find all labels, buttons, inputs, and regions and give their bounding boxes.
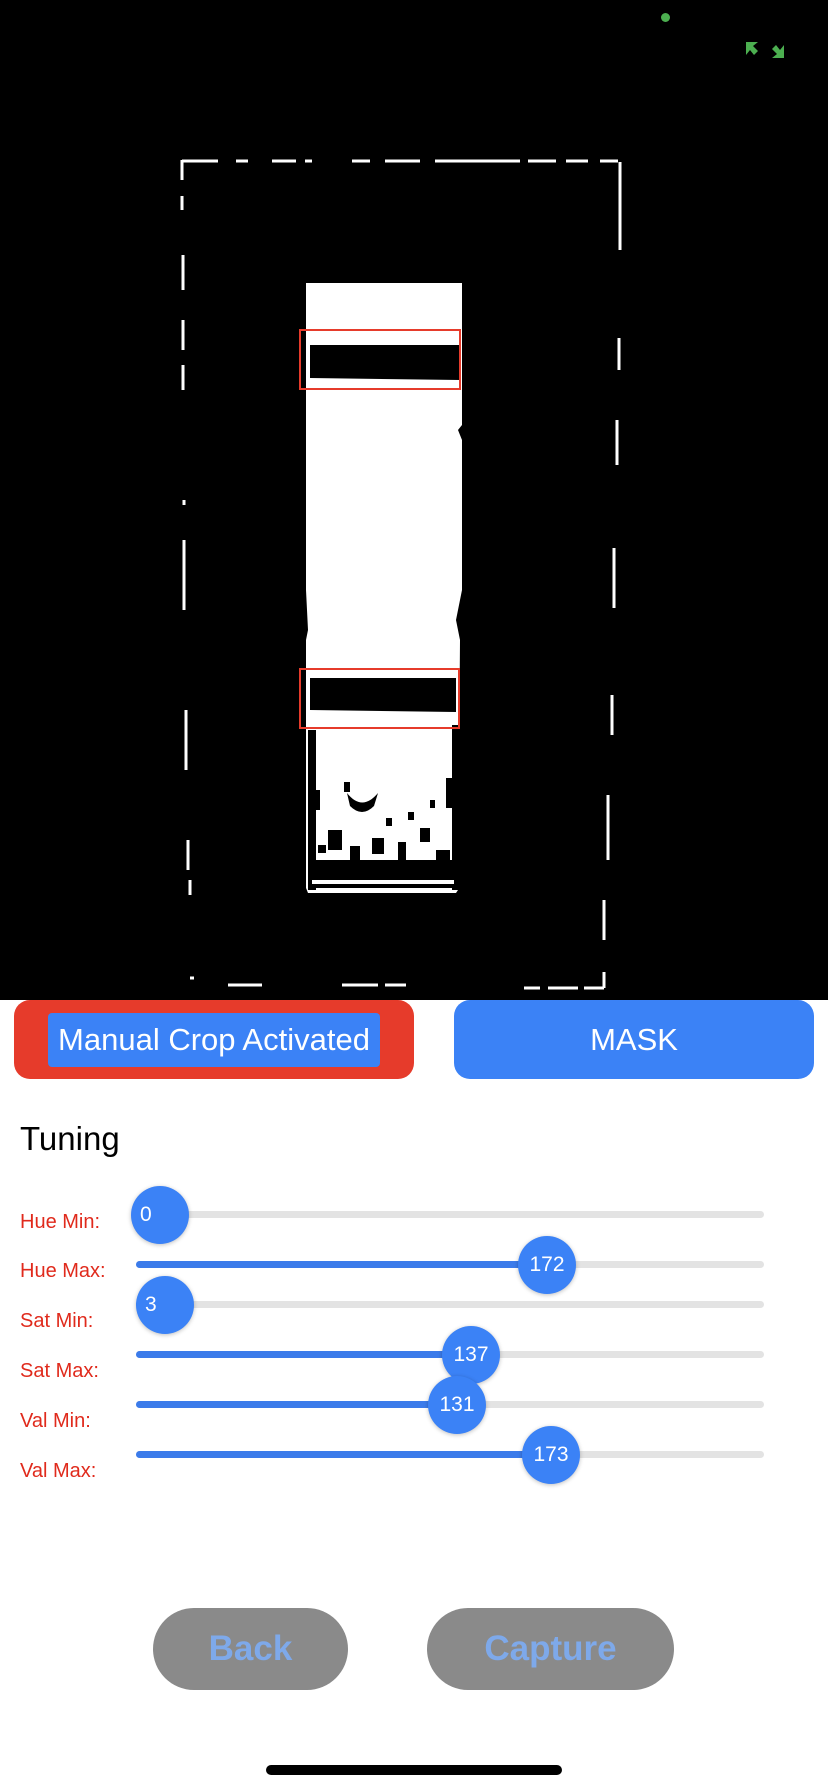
camera-preview[interactable]	[0, 0, 828, 1000]
capture-button[interactable]: Capture	[427, 1608, 674, 1690]
back-button[interactable]: Back	[153, 1608, 348, 1690]
slider-fill-hue-max	[136, 1261, 547, 1268]
slider-fill-sat-max	[136, 1351, 472, 1358]
slider-thumb-hue-max[interactable]: 172	[518, 1236, 576, 1294]
manual-crop-label: Manual Crop Activated	[48, 1012, 380, 1067]
slider-track-hue-max[interactable]	[136, 1261, 764, 1268]
expand-arrows-icon[interactable]	[744, 40, 786, 60]
slider-thumb-hue-min[interactable]: 0	[131, 1186, 189, 1244]
slider-track-sat-min[interactable]	[136, 1301, 764, 1308]
slider-track-val-max[interactable]	[136, 1451, 764, 1458]
slider-label-val-min: Val Min:	[20, 1410, 91, 1432]
slider-fill-val-min	[136, 1401, 459, 1408]
slider-track-hue-min[interactable]	[136, 1211, 764, 1218]
slider-thumb-sat-min[interactable]: 3	[136, 1276, 194, 1334]
recording-indicator	[661, 13, 670, 22]
slider-fill-val-max	[136, 1451, 551, 1458]
mask-button[interactable]: MASK	[454, 1000, 814, 1079]
mask-image	[180, 159, 622, 990]
slider-label-sat-min: Sat Min:	[20, 1310, 94, 1332]
slider-label-hue-max: Hue Max:	[20, 1260, 106, 1282]
slider-thumb-val-max[interactable]: 173	[522, 1426, 580, 1484]
slider-label-val-max: Val Max:	[20, 1460, 97, 1482]
home-indicator[interactable]	[266, 1765, 562, 1775]
slider-label-hue-min: Hue Min:	[20, 1211, 101, 1233]
manual-crop-button[interactable]: Manual Crop Activated	[14, 1000, 414, 1079]
slider-thumb-sat-max[interactable]: 137	[442, 1326, 500, 1384]
slider-label-sat-max: Sat Max:	[20, 1360, 99, 1382]
slider-thumb-val-min[interactable]: 131	[428, 1376, 486, 1434]
tuning-title: Tuning	[20, 1120, 120, 1157]
